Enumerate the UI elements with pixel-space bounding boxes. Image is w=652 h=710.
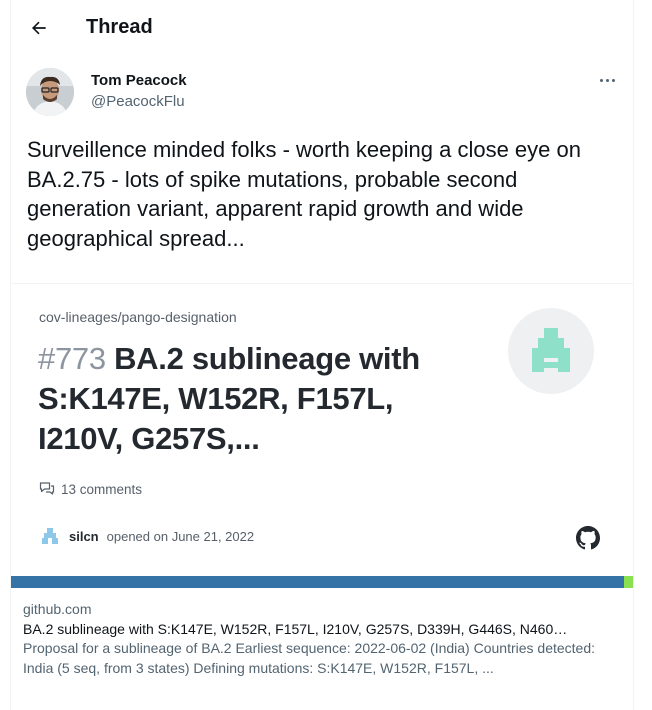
- github-icon: [576, 526, 600, 550]
- comments-label: 13 comments: [61, 481, 143, 497]
- opener-avatar: [39, 525, 61, 547]
- page-title: Thread: [86, 16, 153, 38]
- more-options-button[interactable]: [595, 70, 619, 90]
- repo-logo: [508, 308, 594, 394]
- link-card[interactable]: cov-lineages/pango-designation #773 BA.2…: [11, 283, 633, 710]
- tweet-text: Surveillence minded folks - worth keepin…: [27, 137, 581, 251]
- issue-number: #773: [38, 341, 106, 376]
- thread-header: Thread: [11, 0, 633, 56]
- link-card-image[interactable]: cov-lineages/pango-designation #773 BA.2…: [11, 284, 633, 574]
- issue-opener: silcn opened on June 21, 2022: [39, 525, 254, 547]
- language-bar-primary: [11, 576, 624, 588]
- link-card-meta[interactable]: github.com BA.2 sublineage with S:K147E,…: [11, 588, 633, 678]
- card-description: Proposal for a sublineage of BA.2 Earlie…: [23, 640, 596, 676]
- thread-panel: Thread Tom Peacock @PeacockFlu Surveille…: [10, 0, 634, 710]
- more-dot-icon: [599, 78, 603, 82]
- more-dot-icon: [605, 78, 609, 82]
- card-domain: github.com: [23, 601, 92, 617]
- avatar[interactable]: [26, 68, 74, 116]
- repo-path: cov-lineages/pango-designation: [39, 309, 237, 325]
- issue-title: #773 BA.2 sublineage with S:K147E, W152R…: [38, 339, 458, 459]
- back-button[interactable]: [25, 14, 53, 42]
- author-name[interactable]: Tom Peacock: [91, 72, 187, 89]
- opener-username: silcn: [69, 528, 99, 544]
- comment-icon: [39, 482, 55, 495]
- comments-count: 13 comments: [39, 481, 142, 497]
- arrow-left-icon: [32, 21, 46, 35]
- author-handle[interactable]: @PeacockFlu: [91, 93, 185, 110]
- language-bar-secondary: [624, 576, 633, 588]
- language-bar: [11, 576, 633, 588]
- opened-date: opened on June 21, 2022: [106, 528, 255, 544]
- more-dot-icon: [611, 78, 615, 82]
- card-title: BA.2 sublineage with S:K147E, W152R, F15…: [23, 620, 568, 637]
